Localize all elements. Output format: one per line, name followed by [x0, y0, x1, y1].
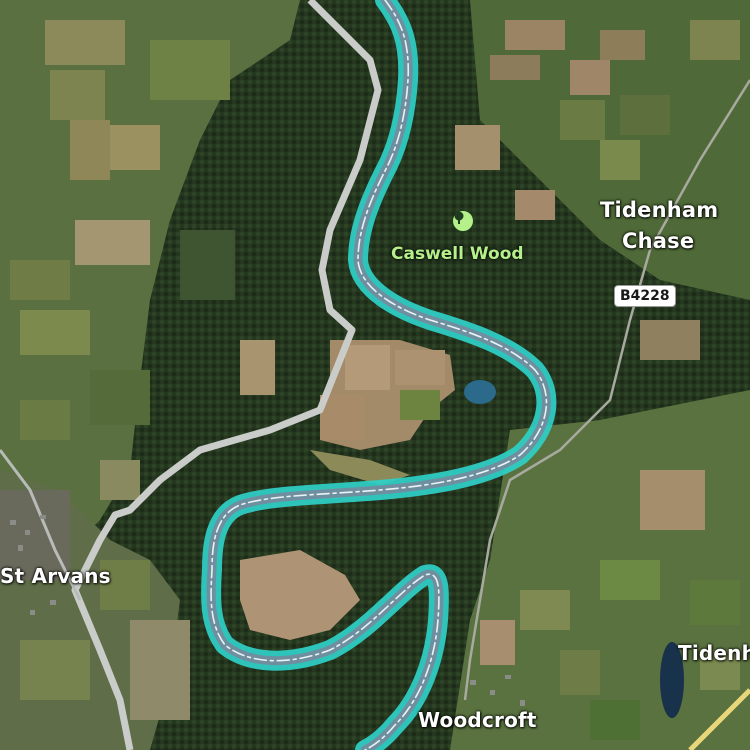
satellite-imagery — [0, 0, 750, 750]
tree-icon[interactable] — [452, 210, 474, 232]
place-label-woodcroft[interactable]: Woodcroft — [418, 708, 537, 732]
tree-glyph — [454, 211, 464, 224]
lake — [464, 380, 496, 404]
place-label-tidenham-chase-line1[interactable]: Tidenham — [600, 198, 718, 222]
map-view[interactable]: Caswell Wood Tidenham Chase St Arvans Wo… — [0, 0, 750, 750]
road-shield-b4228[interactable]: B4228 — [614, 285, 676, 307]
place-label-st-arvans[interactable]: St Arvans — [0, 564, 111, 588]
place-label-tidenham[interactable]: Tidenh — [678, 641, 750, 665]
poi-label-caswell-wood[interactable]: Caswell Wood — [391, 244, 524, 264]
place-label-tidenham-chase-line2[interactable]: Chase — [622, 229, 694, 253]
